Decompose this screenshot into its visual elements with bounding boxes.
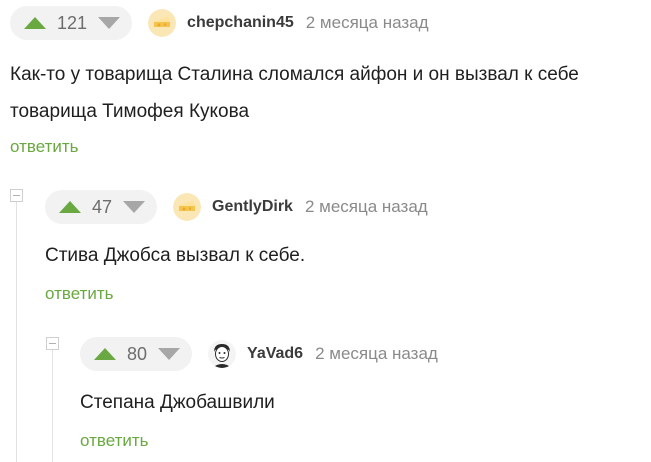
- avatar[interactable]: [173, 193, 202, 221]
- username-link[interactable]: chepchanin45: [187, 14, 294, 32]
- username-link[interactable]: YaVad6: [247, 345, 303, 363]
- comment-header: 47 GentlyDirk 2 месяца назад: [45, 190, 428, 224]
- vote-score: 80: [127, 343, 148, 364]
- comment-text-line: Стива Джобса вызвал к себе.: [45, 245, 306, 266]
- reply-link[interactable]: ответить: [45, 284, 114, 304]
- vote-control: 80: [80, 337, 193, 371]
- collapse-thread-button[interactable]: [10, 189, 23, 202]
- vote-control: 121: [10, 6, 133, 40]
- cheese-avatar-icon: [148, 9, 177, 37]
- avatar[interactable]: [148, 9, 177, 37]
- comment-text: Стива Джобса вызвал к себе.: [45, 237, 305, 274]
- comment-time[interactable]: 2 месяца назад: [315, 344, 438, 364]
- vote-control: 47: [45, 190, 158, 224]
- comment-text-line: Степана Джобашвили: [80, 392, 275, 413]
- arrow-down-icon[interactable]: [98, 17, 121, 29]
- comment-time[interactable]: 2 месяца назад: [306, 13, 429, 33]
- reply-link[interactable]: ответить: [80, 431, 149, 451]
- arrow-up-icon[interactable]: [94, 348, 116, 360]
- avatar[interactable]: [208, 340, 237, 368]
- vote-score: 47: [92, 196, 113, 217]
- arrow-up-icon[interactable]: [59, 201, 81, 213]
- comment-header: 80 YaVad6 2 месяца назад: [80, 337, 438, 371]
- username-link[interactable]: GentlyDirk: [212, 198, 293, 216]
- collapse-thread-button[interactable]: [46, 337, 59, 350]
- comment-text: Как-то у товарища Сталина сломался айфон…: [10, 56, 579, 130]
- thread-line-level-2: [52, 344, 53, 462]
- comment-text-line: товарища Тимофея Кукова: [10, 101, 250, 122]
- face-avatar-icon: [208, 340, 237, 368]
- comment-text: Степана Джобашвили: [80, 384, 275, 421]
- arrow-down-icon[interactable]: [123, 201, 146, 213]
- arrow-up-icon[interactable]: [24, 17, 46, 29]
- vote-score: 121: [57, 12, 88, 33]
- comment-text-line: Как-то у товарища Сталина сломался айфон…: [10, 64, 579, 85]
- reply-link[interactable]: ответить: [10, 137, 79, 157]
- arrow-down-icon[interactable]: [158, 348, 181, 360]
- cheese-avatar-icon: [173, 193, 202, 221]
- comment-time[interactable]: 2 месяца назад: [305, 197, 428, 217]
- thread-line-level-1: [16, 196, 17, 462]
- comment-header: 121 chepchanin45 2 месяца назад: [10, 6, 429, 40]
